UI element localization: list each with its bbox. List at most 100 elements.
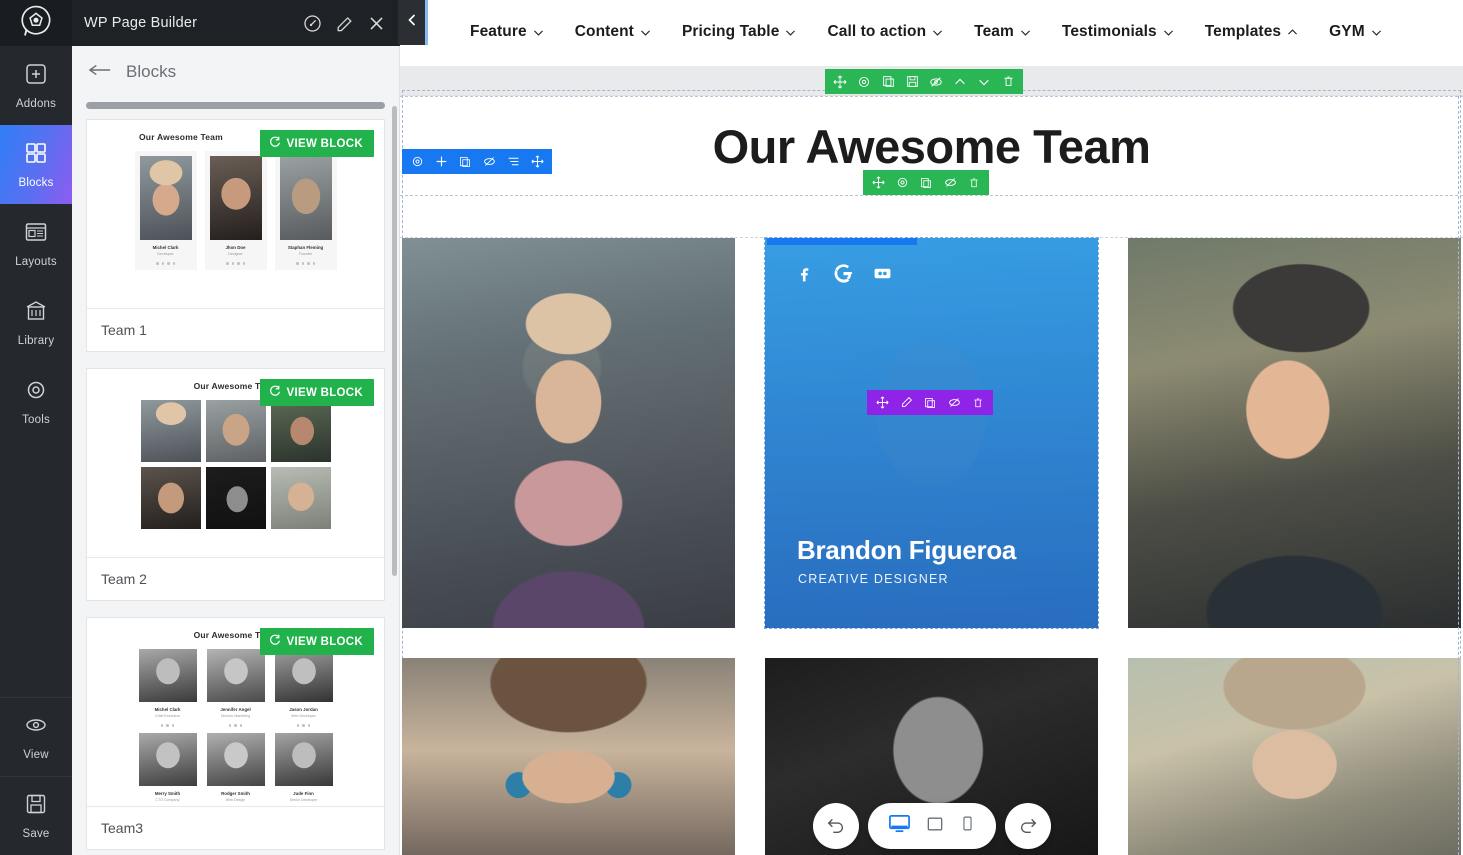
chevron-down-icon: [532, 26, 545, 44]
team-card-3[interactable]: [1128, 238, 1461, 628]
card-toolbar[interactable]: [767, 238, 917, 245]
move-icon[interactable]: [525, 149, 549, 174]
sidebar-item-save[interactable]: Save: [0, 776, 72, 855]
delete-icon[interactable]: [866, 238, 890, 245]
thumb-photo: [206, 467, 266, 529]
nav-item-feature[interactable]: Feature: [470, 23, 545, 44]
gear-icon[interactable]: [405, 149, 429, 174]
nav-item-testimonials[interactable]: Testimonials: [1062, 23, 1175, 44]
redo-button[interactable]: [1005, 803, 1051, 849]
thumb-photo: [139, 649, 197, 702]
nav-label: Content: [575, 23, 634, 41]
page-title: Our Awesome Team: [713, 119, 1151, 174]
nav-item-content[interactable]: Content: [575, 23, 652, 44]
thumb-role: Director Marketing: [207, 714, 265, 718]
delete-icon[interactable]: [962, 170, 986, 195]
panel-collapse-button[interactable]: [398, 0, 428, 45]
duplicate-icon[interactable]: [453, 149, 477, 174]
chevron-down-icon: [1019, 26, 1032, 44]
gear-icon[interactable]: [770, 238, 794, 245]
facebook-icon[interactable]: [795, 264, 814, 283]
library-building-icon: [24, 299, 48, 328]
team-card-6[interactable]: [1128, 658, 1461, 855]
move-icon[interactable]: [870, 390, 894, 415]
view-block-label: VIEW BLOCK: [287, 387, 363, 399]
gear-icon[interactable]: [890, 170, 914, 195]
block-item-team-2[interactable]: Our Awesome Team VIEW BLOCK: [86, 368, 385, 601]
row-toolbar[interactable]: [825, 69, 1023, 94]
duplicate-icon[interactable]: [818, 238, 842, 245]
inner-element-toolbar[interactable]: [867, 390, 993, 415]
sidebar-item-addons[interactable]: Addons: [0, 46, 72, 125]
team-photo: [1128, 238, 1461, 628]
sidebar-item-library[interactable]: Library: [0, 283, 72, 362]
nav-item-call-to-action[interactable]: Call to action: [827, 23, 944, 44]
nav-item-team[interactable]: Team: [974, 23, 1032, 44]
blocks-list[interactable]: Our Awesome Team Michel Clark Developer …: [72, 98, 399, 855]
heading-block: Our Awesome Team: [400, 96, 1463, 196]
move-icon[interactable]: [866, 170, 890, 195]
thumb-name: Jhon Doe: [210, 245, 262, 250]
column-toolbar[interactable]: [402, 149, 552, 174]
close-icon[interactable]: [367, 14, 386, 33]
sidebar-item-blocks[interactable]: Blocks: [0, 125, 72, 204]
delete-icon[interactable]: [996, 69, 1020, 94]
edit-icon[interactable]: [335, 14, 354, 33]
nav-item-templates[interactable]: Templates: [1205, 23, 1299, 44]
add-icon[interactable]: [429, 149, 453, 174]
move-down-icon[interactable]: [972, 69, 996, 94]
speedometer-icon[interactable]: [303, 14, 322, 33]
back-arrow-icon[interactable]: [88, 62, 112, 83]
undo-button[interactable]: [813, 803, 859, 849]
team-column-1: [402, 238, 735, 855]
heading-toolbar[interactable]: [863, 170, 989, 195]
tablet-icon[interactable]: [925, 814, 945, 839]
edit-icon[interactable]: [894, 390, 918, 415]
save-icon[interactable]: [900, 69, 924, 94]
chevron-down-icon: [784, 26, 797, 44]
block-label: Team3: [87, 806, 384, 849]
nav-item-pricing-table[interactable]: Pricing Table: [682, 23, 797, 44]
thumb-card: Jhon Doe Designer: [205, 151, 267, 270]
add-icon[interactable]: [794, 238, 818, 245]
sidebar-item-label: View: [23, 749, 49, 761]
gear-icon[interactable]: [852, 69, 876, 94]
team-card-2-selected[interactable]: Brandon Figueroa CREATIVE DESIGNER: [765, 238, 1098, 628]
sidebar-item-layouts[interactable]: Layouts: [0, 204, 72, 283]
delete-icon[interactable]: [966, 390, 990, 415]
google-icon[interactable]: [834, 264, 853, 283]
hide-eye-icon[interactable]: [477, 149, 501, 174]
hide-eye-icon[interactable]: [842, 238, 866, 245]
desktop-icon[interactable]: [888, 812, 911, 840]
hide-eye-icon[interactable]: [942, 390, 966, 415]
view-block-button[interactable]: VIEW BLOCK: [260, 379, 374, 406]
team-card-4[interactable]: [402, 658, 735, 855]
move-up-icon[interactable]: [948, 69, 972, 94]
move-icon[interactable]: [890, 238, 914, 245]
view-block-button[interactable]: VIEW BLOCK: [260, 628, 374, 655]
mobile-icon[interactable]: [959, 815, 976, 837]
horizontal-scrollbar[interactable]: [86, 102, 385, 109]
block-item-team-1[interactable]: Our Awesome Team Michel Clark Developer …: [86, 119, 385, 352]
block-item-team-3[interactable]: Our Awesome Team Michel Clark Chief Exec…: [86, 617, 385, 850]
panel-scrollbar[interactable]: [392, 106, 397, 576]
duplicate-icon[interactable]: [918, 390, 942, 415]
topbar-actions: [303, 14, 400, 33]
block-thumbnail: Our Awesome Team VIEW BLOCK: [87, 369, 384, 557]
sidebar-item-view[interactable]: View: [0, 697, 72, 776]
view-block-button[interactable]: VIEW BLOCK: [260, 130, 374, 157]
duplicate-icon[interactable]: [914, 170, 938, 195]
thumb-photo: [210, 156, 262, 240]
thumb-name: Rodger Smith: [207, 791, 265, 796]
nav-item-gym[interactable]: GYM: [1329, 23, 1383, 44]
duplicate-icon[interactable]: [876, 69, 900, 94]
team-card-1[interactable]: [402, 238, 735, 628]
thumb-name: Merry Smith: [139, 791, 197, 796]
flickr-icon[interactable]: [873, 264, 892, 283]
hide-eye-icon[interactable]: [938, 170, 962, 195]
align-icon[interactable]: [501, 149, 525, 174]
sidebar-item-tools[interactable]: Tools: [0, 362, 72, 441]
move-icon[interactable]: [828, 69, 852, 94]
hide-eye-icon[interactable]: [924, 69, 948, 94]
undo-icon: [825, 813, 847, 840]
